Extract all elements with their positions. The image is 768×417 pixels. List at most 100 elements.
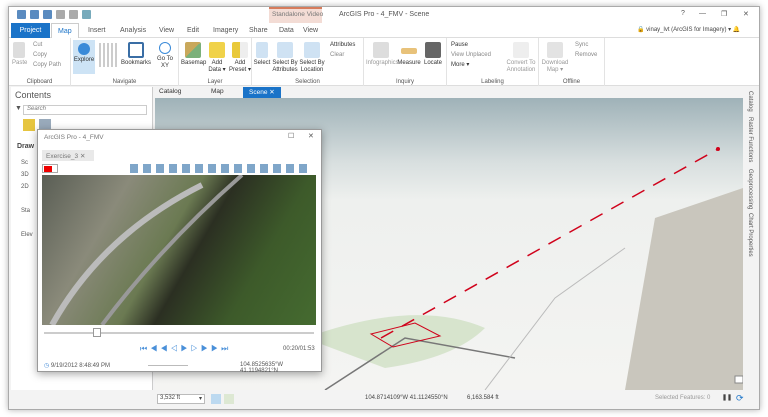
overview-icon[interactable] [734, 375, 743, 384]
quick-access-toolbar[interactable] [15, 7, 93, 24]
binoculars-icon [425, 42, 441, 58]
user-account[interactable]: 🔒 vinay_lvt (ArcGIS for Imagery) ▾ 🔔 [637, 26, 740, 33]
group-layer: Basemap Add Data ▾ Add Preset ▾ Layer [179, 38, 252, 86]
layer-tree[interactable]: Sc 3D 2D Sta Elev [21, 157, 33, 241]
annotation-icon [513, 42, 529, 58]
tab-map[interactable]: Map [51, 23, 79, 38]
maximize-button[interactable]: ☐ [288, 132, 294, 140]
layer-item[interactable]: Sc [21, 157, 33, 169]
view-tabs: Catalog Map Scene ✕ [155, 87, 743, 98]
search-input[interactable]: Search [23, 105, 147, 115]
playback-controls[interactable]: ⏮◀◀◁▶▷▶▶⏭ [140, 344, 231, 354]
go-to-xy-button[interactable]: Go To XY [155, 42, 175, 70]
crosshair-icon [159, 42, 171, 54]
view-tab-scene[interactable]: Scene ✕ [243, 87, 281, 98]
video-tab[interactable]: Exercise_3 ✕ [42, 150, 94, 161]
layer-item[interactable]: 2D [21, 181, 33, 193]
help-button[interactable]: ? [681, 10, 685, 17]
tab-video-view[interactable]: View [297, 23, 324, 38]
group-label: Offline [562, 79, 581, 85]
tab-data[interactable]: Data [273, 23, 300, 38]
video-timeline[interactable] [44, 332, 314, 334]
convert-to-annotation-button[interactable]: Convert To Annotation [505, 42, 537, 74]
pause-drawing-button[interactable]: ❚❚ [722, 394, 732, 401]
app-window: Standalone Video ArcGIS Pro - 4_FMV - Sc… [8, 6, 760, 410]
select-by-location-button[interactable]: Select By Location [298, 42, 326, 74]
tab-project[interactable]: Project [11, 23, 50, 38]
video-frame[interactable] [42, 173, 316, 327]
locate-button[interactable]: Locate [422, 42, 444, 67]
tab-share[interactable]: Share [243, 23, 274, 38]
layer-item[interactable]: Elev [21, 229, 33, 241]
video-window-title: ArcGIS Pro - 4_FMV [44, 134, 104, 141]
tab-imagery[interactable]: Imagery [207, 23, 244, 38]
color-picker[interactable] [42, 164, 58, 173]
view-tab-catalog[interactable]: Catalog [159, 88, 181, 95]
side-tab-geoprocessing[interactable]: Geoprocessing [747, 169, 753, 209]
grid-icon[interactable] [224, 394, 234, 404]
download-icon [547, 42, 563, 58]
cut-button[interactable]: Cut [33, 41, 42, 49]
filter-icon[interactable]: ▼ [15, 105, 22, 112]
select-button[interactable]: Select [253, 42, 271, 67]
measure-button[interactable]: Measure [397, 42, 421, 67]
video-player-window: ArcGIS Pro - 4_FMV ☐ ✕ Exercise_3 ✕ ⏮◀◀◁… [37, 129, 322, 374]
layer-item[interactable]: Sta [21, 205, 33, 217]
view-unplaced-button[interactable]: View Unplaced [451, 51, 491, 59]
video-timeline-thumb[interactable] [92, 328, 101, 337]
sync-button[interactable]: Sync [575, 41, 588, 49]
video-datetime: ◷ 9/19/2012 8:48:49 PM [44, 363, 110, 369]
window-title: ArcGIS Pro - 4_FMV - Scene [339, 11, 430, 18]
refresh-button[interactable]: ⟳ [736, 393, 744, 404]
selected-features: Selected Features: 0 [655, 395, 711, 401]
side-tab-catalog[interactable]: Catalog [747, 91, 753, 112]
ribbon-tabs: Project Map Insert Analysis View Edit Im… [9, 23, 759, 38]
download-map-button[interactable]: Download Map ▾ [541, 42, 569, 74]
clear-button[interactable]: Clear [330, 51, 344, 59]
bell-icon[interactable]: 🔔 [733, 27, 740, 33]
group-clipboard: Paste Cut Copy Copy Path Clipboard [9, 38, 71, 86]
scale-selector[interactable]: 3,532 ft ▾ [157, 394, 205, 404]
close-button[interactable]: ✕ [743, 10, 749, 18]
contents-title: Contents [15, 90, 52, 100]
basemap-button[interactable]: Basemap [181, 42, 206, 67]
group-selection: Select Select By Attributes Select By Lo… [252, 38, 364, 86]
video-close-button[interactable]: ✕ [308, 132, 314, 140]
add-preset-button[interactable]: Add Preset ▾ [228, 42, 252, 74]
restore-button[interactable]: ❐ [721, 10, 727, 18]
snapping-icon[interactable] [211, 394, 221, 404]
copy-path-button[interactable]: Copy Path [33, 61, 61, 69]
tab-view[interactable]: View [153, 23, 180, 38]
minimize-button[interactable]: — [699, 10, 706, 17]
title-bar: Standalone Video ArcGIS Pro - 4_FMV - Sc… [9, 7, 759, 38]
tab-edit[interactable]: Edit [181, 23, 205, 38]
more-labeling-button[interactable]: More ▾ [451, 61, 469, 69]
side-tab-raster-functions[interactable]: Raster Functions [747, 117, 753, 162]
navigate-tools-icon[interactable] [99, 43, 117, 67]
group-navigate: Explore Bookmarks Go To XY Navigate [71, 38, 179, 86]
group-label: Navigate [112, 79, 137, 85]
view-tab-map[interactable]: Map [211, 88, 224, 95]
playback-speed-slider[interactable] [148, 365, 188, 366]
copy-button[interactable]: Copy [33, 51, 47, 59]
tab-insert[interactable]: Insert [82, 23, 112, 38]
cursor-coordinates: 104.8714109°W 41.1124550°N [365, 395, 448, 401]
add-data-button[interactable]: Add Data ▾ [206, 42, 228, 74]
add-data-icon [209, 42, 225, 58]
pause-labels-button[interactable]: Pause [451, 41, 468, 49]
video-toolbar[interactable] [130, 164, 310, 173]
paste-button[interactable]: Paste [12, 42, 27, 67]
infographics-button[interactable]: Infographics [366, 42, 399, 67]
explore-button[interactable]: Explore [73, 40, 95, 74]
side-tab-chart-properties[interactable]: Chart Properties [747, 213, 753, 257]
bookmarks-button[interactable]: Bookmarks [121, 42, 151, 67]
elevation-readout: 6,163.584 ft [467, 395, 499, 401]
select-by-attributes-button[interactable]: Select By Attributes [271, 42, 299, 74]
layer-item[interactable]: 3D [21, 169, 33, 181]
group-label: Labeling [481, 79, 504, 85]
attributes-button[interactable]: Attributes [330, 41, 355, 49]
sensor-position-marker[interactable] [716, 147, 720, 151]
remove-button[interactable]: Remove [575, 51, 597, 59]
tab-analysis[interactable]: Analysis [114, 23, 152, 38]
bookmarks-icon [128, 42, 144, 58]
